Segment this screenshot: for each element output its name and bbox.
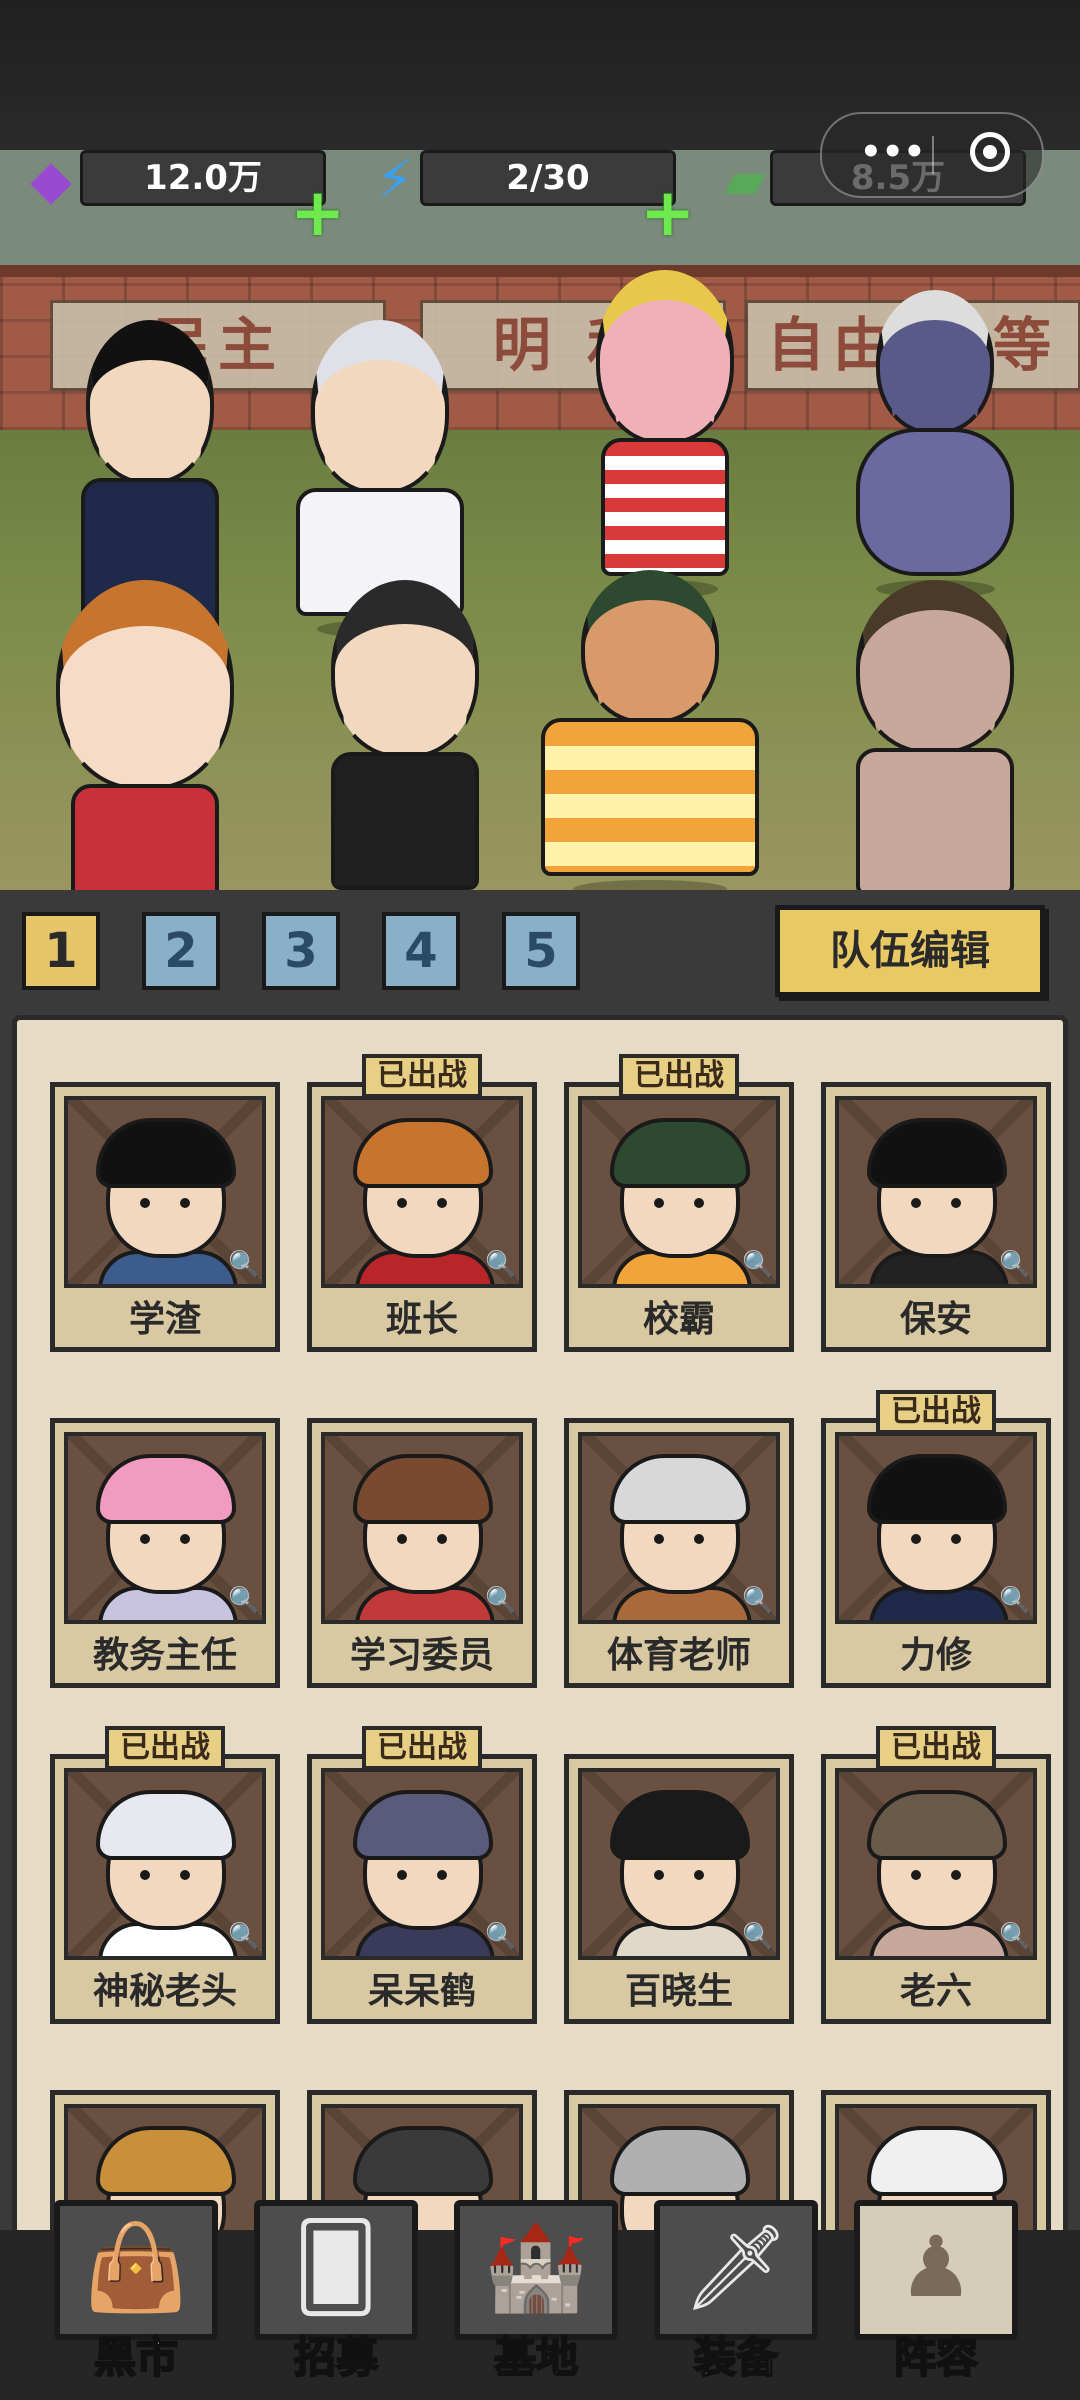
hero-portrait: 🔍: [578, 1768, 780, 1960]
hero-portrait: 🔍: [64, 1096, 266, 1288]
hero-portrait: 🔍: [64, 1432, 266, 1624]
cards-icon: 🂠: [293, 2218, 379, 2316]
hero-name: 力修: [899, 1635, 972, 1676]
magnifier-icon[interactable]: 🔍: [228, 1250, 260, 1280]
deployed-badge: 已出战: [362, 1054, 482, 1098]
hero-card[interactable]: 🔍 体育老师: [564, 1418, 794, 1688]
nav-money-bag[interactable]: 👜 黑市: [48, 2200, 224, 2383]
lineup-icon: ♟: [898, 2218, 974, 2316]
add-gems-button[interactable]: +: [290, 180, 345, 246]
hero-card[interactable]: 已出战 🔍 呆呆鹤: [307, 1726, 537, 2024]
scene-character-rice-bowl[interactable]: [320, 580, 490, 890]
magnifier-icon[interactable]: 🔍: [999, 1586, 1031, 1616]
nav-fort[interactable]: 🏰 基地: [448, 2200, 624, 2383]
money-bag-icon: 👜: [83, 2218, 189, 2316]
scene-character-boar[interactable]: [840, 580, 1030, 890]
magnifier-icon[interactable]: 🔍: [228, 1922, 260, 1952]
miniprogram-capsule: •••: [820, 112, 1044, 198]
nav-lineup[interactable]: ♟ 阵容: [848, 2200, 1024, 2383]
hero-name: 班长: [385, 1299, 458, 1340]
magnifier-icon[interactable]: 🔍: [742, 1922, 774, 1952]
team-edit-button[interactable]: 队伍编辑: [775, 905, 1045, 997]
hero-portrait: 🔍: [578, 1096, 780, 1288]
hero-card[interactable]: 已出战 🔍 神秘老头: [50, 1726, 280, 2024]
hero-card[interactable]: 🔍 百晓生: [564, 1754, 794, 2024]
team-tab-1[interactable]: 1: [22, 912, 100, 990]
hero-name: 学渣: [128, 1299, 201, 1340]
nav-label: 招募: [293, 2332, 379, 2383]
magnifier-icon[interactable]: 🔍: [485, 1586, 517, 1616]
nav-equipment[interactable]: 🗡 装备: [648, 2200, 824, 2383]
capsule-divider: [932, 136, 934, 174]
hero-name: 校霸: [642, 1299, 715, 1340]
magnifier-icon[interactable]: 🔍: [228, 1586, 260, 1616]
hero-name: 百晓生: [624, 1971, 733, 2012]
magnifier-icon[interactable]: 🔍: [485, 1922, 517, 1952]
more-icon[interactable]: •••: [860, 132, 925, 172]
magnifier-icon[interactable]: 🔍: [999, 1922, 1031, 1952]
hero-portrait: 🔍: [321, 1096, 523, 1288]
scene-character-bully[interactable]: [540, 570, 760, 890]
scene-character-umaru[interactable]: [50, 580, 240, 890]
hero-portrait: 🔍: [64, 1768, 266, 1960]
nav-label: 阵容: [893, 2332, 979, 2383]
hero-card[interactable]: 已出战 🔍 力修: [821, 1390, 1051, 1688]
hero-portrait: 🔍: [835, 1768, 1037, 1960]
hero-name: 学习委员: [349, 1635, 494, 1676]
hero-card[interactable]: 已出战 🔍 校霸: [564, 1054, 794, 1352]
deployed-badge: 已出战: [619, 1054, 739, 1098]
hero-portrait: 🔍: [835, 1432, 1037, 1624]
team-tab-2[interactable]: 2: [142, 912, 220, 990]
hero-portrait: 🔍: [578, 1432, 780, 1624]
hero-name: 呆呆鹤: [367, 1971, 476, 2012]
magnifier-icon[interactable]: 🔍: [999, 1250, 1031, 1280]
magnifier-icon[interactable]: 🔍: [742, 1250, 774, 1280]
nav-label: 黑市: [93, 2332, 179, 2383]
deployed-badge: 已出战: [105, 1726, 225, 1770]
hero-name: 教务主任: [92, 1635, 237, 1676]
hero-portrait: 🔍: [835, 1096, 1037, 1288]
nav-label: 基地: [493, 2332, 579, 2383]
add-energy-button[interactable]: +: [640, 180, 695, 246]
energy-value: 2/30: [420, 150, 676, 206]
magnifier-icon[interactable]: 🔍: [742, 1586, 774, 1616]
scene-character-crane[interactable]: [850, 290, 1020, 598]
hero-card[interactable]: 已出战 🔍 老六: [821, 1726, 1051, 2024]
team-tab-3[interactable]: 3: [262, 912, 340, 990]
equipment-icon: 🗡: [682, 2218, 790, 2316]
hero-card[interactable]: 🔍 学渣: [50, 1082, 280, 1352]
deployed-badge: 已出战: [876, 1726, 996, 1770]
hero-name: 老六: [899, 1971, 972, 2012]
hero-card[interactable]: 已出战 🔍 班长: [307, 1054, 537, 1352]
deployed-badge: 已出战: [876, 1390, 996, 1434]
hero-name: 保安: [899, 1299, 972, 1340]
deployed-badge: 已出战: [362, 1726, 482, 1770]
nav-cards[interactable]: 🂠 招募: [248, 2200, 424, 2383]
hero-portrait: 🔍: [321, 1432, 523, 1624]
hero-card[interactable]: 🔍 教务主任: [50, 1418, 280, 1688]
magnifier-icon[interactable]: 🔍: [485, 1250, 517, 1280]
team-tab-5[interactable]: 5: [502, 912, 580, 990]
nav-label: 装备: [693, 2332, 779, 2383]
close-target-icon[interactable]: [970, 132, 1010, 172]
fort-icon: 🏰: [483, 2218, 589, 2316]
hero-name: 体育老师: [606, 1635, 751, 1676]
team-tab-4[interactable]: 4: [382, 912, 460, 990]
scene-character-bunny[interactable]: [590, 270, 740, 598]
hero-name: 神秘老头: [92, 1971, 237, 2012]
hero-portrait: 🔍: [321, 1768, 523, 1960]
hero-card[interactable]: 🔍 保安: [821, 1082, 1051, 1352]
hero-card[interactable]: 🔍 学习委员: [307, 1418, 537, 1688]
